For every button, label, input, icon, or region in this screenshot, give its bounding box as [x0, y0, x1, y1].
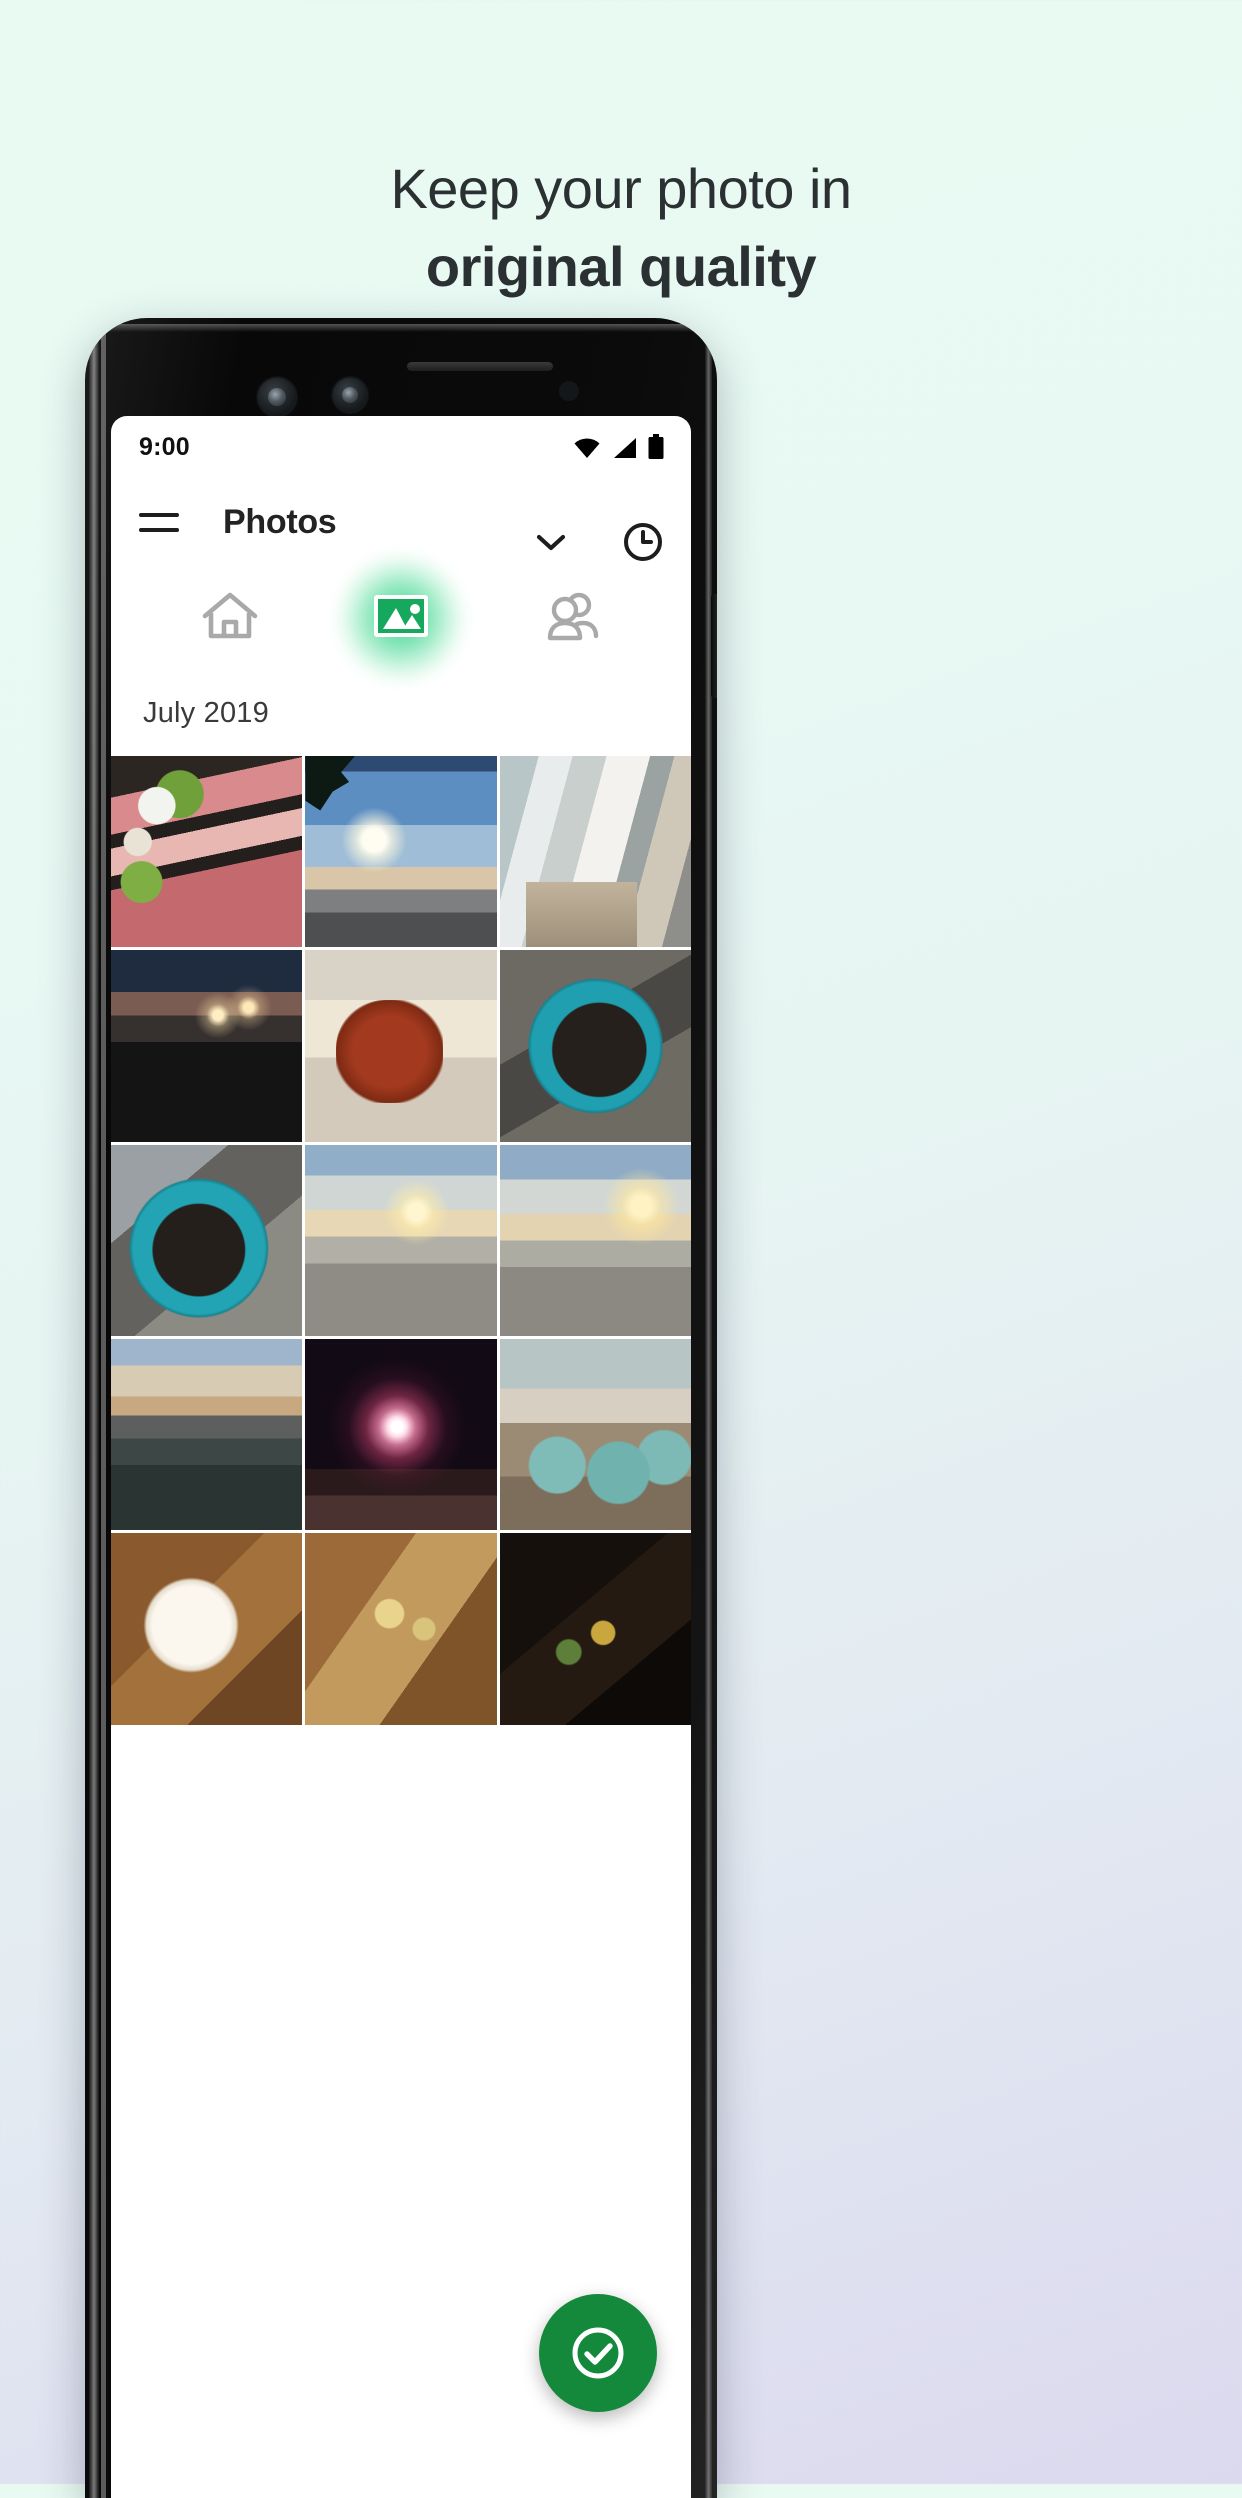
status-bar-time: 9:00 [139, 432, 190, 461]
photo-image [305, 1338, 497, 1531]
photo-image [499, 1533, 691, 1725]
hamburger-menu-icon[interactable] [139, 512, 179, 532]
photo-image [305, 1533, 497, 1725]
section-header: July 2019 [111, 670, 691, 756]
chevron-down-icon[interactable] [531, 529, 571, 555]
photo-thumbnail-deck-teal-planters[interactable] [499, 1338, 691, 1531]
photo-image [111, 756, 303, 948]
status-bar-icons [572, 434, 665, 460]
photo-image [499, 756, 691, 948]
photo-thumbnail-cutting-board-cheese[interactable] [305, 1533, 497, 1725]
photo-thumbnail-hallway-with-cat[interactable] [499, 756, 691, 948]
photo-thumbnail-teal-planter-closeup[interactable] [111, 1144, 303, 1336]
photo-thumbnail-beach-sunset-bridge[interactable] [305, 1144, 497, 1336]
battery-icon [648, 434, 664, 459]
earpiece-speaker [407, 362, 553, 371]
proximity-sensor-icon [559, 381, 579, 401]
photo-thumbnail-wooden-table-bowl[interactable] [111, 1533, 303, 1725]
photo-image [305, 1144, 497, 1336]
wifi-icon [574, 438, 600, 458]
phone-left-gloss-inner [101, 332, 106, 2498]
page-title: Photos [223, 502, 337, 541]
section-date-label: July 2019 [143, 696, 269, 729]
photo-thumbnail-dark-dish-closeup[interactable] [499, 1533, 691, 1725]
photo-thumbnail-fireworks-burst[interactable] [305, 1338, 497, 1531]
power-button[interactable] [711, 594, 717, 698]
photo-image [305, 756, 497, 948]
status-bar: 9:00 [111, 416, 691, 478]
headline-line-2: original quality [425, 235, 817, 298]
photo-thumbnail-lake-dusk-pier[interactable] [111, 1338, 303, 1531]
photo-image [499, 1144, 691, 1336]
tab-sharing[interactable] [541, 588, 603, 649]
photo-thumbnail-raw-meat-platter[interactable] [111, 756, 303, 948]
photo-thumbnail-golden-gate-bridge-sun[interactable] [305, 756, 497, 948]
home-icon [199, 588, 261, 649]
photo-grid [111, 756, 691, 1725]
photo-image [111, 950, 303, 1142]
people-icon [541, 588, 603, 649]
phone-left-gloss [89, 326, 99, 2498]
tab-bar [111, 554, 691, 682]
tab-photos[interactable] [336, 554, 465, 682]
photo-thumbnail-beach-sunset-bridge-alt[interactable] [499, 1144, 691, 1336]
photo-image [499, 950, 691, 1142]
photo-thumbnail-cooked-lobster-plate[interactable] [305, 950, 497, 1142]
front-camera-primary-icon [258, 378, 296, 416]
photo-thumbnail-night-highway-drive[interactable] [111, 950, 303, 1142]
photo-image [111, 1533, 303, 1725]
photo-image [111, 1144, 303, 1336]
headline-line-1: Keep your photo in [390, 157, 852, 220]
app-bar-actions [531, 520, 665, 564]
phone-screen: 9:00 Photos July 2019 [111, 416, 691, 2498]
photo-image [499, 1338, 691, 1531]
photo-thumbnail-teal-planter-seedlings[interactable] [499, 950, 691, 1142]
app-bar: Photos [111, 478, 691, 566]
promo-headline: Keep your photo in original quality [0, 150, 1242, 306]
phone-mockup: 9:00 Photos July 2019 [85, 318, 717, 2498]
image-icon [370, 585, 432, 652]
check-circle-icon [572, 2327, 624, 2379]
photo-image [305, 950, 497, 1142]
photo-image [111, 1338, 303, 1531]
cellular-signal-icon [614, 438, 636, 458]
front-camera-secondary-icon [333, 378, 367, 412]
tab-home[interactable] [199, 588, 261, 649]
phone-top-edge-highlight [107, 324, 701, 332]
confirm-fab-button[interactable] [539, 2294, 657, 2412]
clock-history-icon[interactable] [621, 520, 665, 564]
